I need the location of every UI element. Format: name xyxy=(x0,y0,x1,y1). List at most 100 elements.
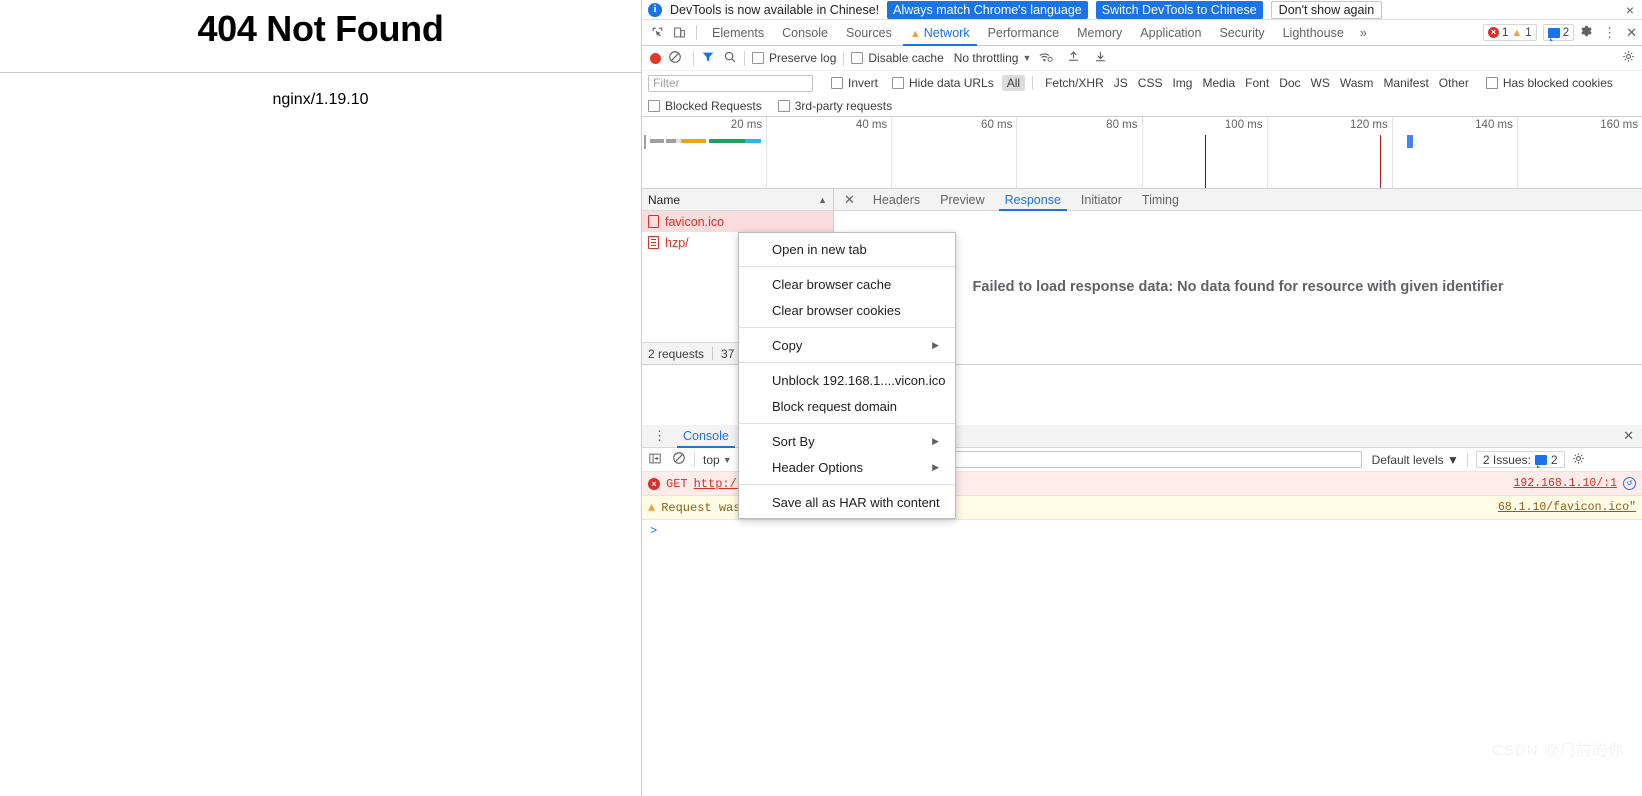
message-counter[interactable]: 2 xyxy=(1542,24,1575,41)
more-options-icon[interactable]: ⋮ xyxy=(1598,25,1621,41)
menu-item-open-in-new-tab[interactable]: Open in new tab xyxy=(739,236,955,262)
clear-console-icon[interactable] xyxy=(672,451,686,468)
menu-item-copy[interactable]: Copy ▶ xyxy=(739,332,955,358)
tab-lighthouse[interactable]: Lighthouse xyxy=(1274,20,1353,46)
import-har-icon[interactable] xyxy=(1067,50,1080,66)
filter-type-manifest[interactable]: Manifest xyxy=(1378,75,1433,91)
funnel-icon[interactable] xyxy=(701,50,715,67)
has-blocked-cookies-checkbox[interactable]: Has blocked cookies xyxy=(1485,76,1613,90)
console-settings-gear-icon[interactable] xyxy=(1565,452,1592,468)
execution-context-select[interactable]: top xyxy=(703,453,720,467)
menu-item-unblock-request[interactable]: Unblock 192.168.1....vicon.ico xyxy=(739,367,955,393)
more-tools-icon[interactable]: ⋮ xyxy=(646,428,673,444)
disable-cache-checkbox[interactable]: Disable cache xyxy=(851,51,944,65)
checkbox-box[interactable] xyxy=(1485,77,1498,89)
info-icon: i xyxy=(648,2,662,17)
checkbox-box[interactable] xyxy=(777,99,790,112)
chevron-down-icon[interactable]: ▼ xyxy=(723,455,732,465)
dont-show-again-button[interactable]: Don't show again xyxy=(1270,0,1383,19)
filter-type-js[interactable]: JS xyxy=(1109,75,1133,91)
filter-type-css[interactable]: CSS xyxy=(1133,75,1168,91)
log-levels-select[interactable]: Default levels ▼ xyxy=(1372,453,1459,467)
device-toolbar-icon[interactable] xyxy=(668,22,690,44)
checkbox-box[interactable] xyxy=(831,77,843,89)
console-sidebar-icon[interactable] xyxy=(648,452,662,468)
screenshot-root: 404 Not Found nginx/1.19.10 i DevTools i… xyxy=(0,0,1642,796)
more-tabs-icon[interactable]: » xyxy=(1353,25,1374,40)
tab-network[interactable]: ▲ Network xyxy=(901,20,979,46)
notification-message: DevTools is now available in Chinese! xyxy=(670,2,880,17)
close-drawer-icon[interactable]: ✕ xyxy=(1615,428,1642,444)
detail-tab-timing[interactable]: Timing xyxy=(1132,189,1189,211)
request-table-header[interactable]: Name ▲ xyxy=(642,189,833,211)
clear-network-log-icon[interactable] xyxy=(668,50,682,67)
network-overview-timeline[interactable]: 20 ms 40 ms 60 ms 80 ms 100 ms 120 ms 14… xyxy=(642,117,1642,189)
network-blocked-bar: Blocked Requests 3rd-party requests xyxy=(642,95,1642,117)
switch-devtools-language-button[interactable]: Switch DevTools to Chinese xyxy=(1095,0,1263,19)
blocked-requests-checkbox[interactable]: Blocked Requests xyxy=(648,99,762,113)
third-party-requests-checkbox[interactable]: 3rd-party requests xyxy=(777,99,892,113)
chevron-down-icon[interactable]: ▼ xyxy=(1022,53,1031,63)
preserve-log-checkbox[interactable]: Preserve log xyxy=(752,51,836,65)
console-url-link[interactable]: http:// xyxy=(694,477,744,491)
detail-tab-initiator[interactable]: Initiator xyxy=(1071,189,1132,211)
always-match-language-button[interactable]: Always match Chrome's language xyxy=(887,0,1088,19)
tab-performance[interactable]: Performance xyxy=(979,20,1069,46)
table-row[interactable]: favicon.ico xyxy=(642,211,833,232)
filter-type-font[interactable]: Font xyxy=(1240,75,1274,91)
tab-console[interactable]: Console xyxy=(773,20,837,46)
menu-item-sort-by[interactable]: Sort By ▶ xyxy=(739,428,955,454)
close-detail-icon[interactable]: ✕ xyxy=(836,192,863,208)
filter-type-img[interactable]: Img xyxy=(1167,75,1197,91)
inspect-element-icon[interactable] xyxy=(646,22,668,44)
network-request-icon[interactable]: ↺ xyxy=(1623,477,1636,490)
close-icon[interactable]: × xyxy=(1624,2,1636,18)
drawer-tab-console[interactable]: Console xyxy=(673,425,739,448)
menu-item-header-options[interactable]: Header Options ▶ xyxy=(739,454,955,480)
detail-tab-preview[interactable]: Preview xyxy=(930,189,994,211)
sort-ascending-icon[interactable]: ▲ xyxy=(818,195,827,205)
filter-type-doc[interactable]: Doc xyxy=(1274,75,1305,91)
filter-type-all[interactable]: All xyxy=(1001,75,1026,91)
menu-item-clear-browser-cache[interactable]: Clear browser cache xyxy=(739,271,955,297)
console-prompt[interactable]: > xyxy=(642,520,1642,542)
tab-application[interactable]: Application xyxy=(1131,20,1210,46)
throttling-select[interactable]: No throttling xyxy=(954,51,1019,65)
export-har-icon[interactable] xyxy=(1094,50,1107,66)
tab-memory[interactable]: Memory xyxy=(1068,20,1131,46)
menu-item-block-request-domain[interactable]: Block request domain xyxy=(739,393,955,419)
checkbox-box[interactable] xyxy=(648,99,660,112)
issues-button[interactable]: 2 Issues: 2 xyxy=(1475,451,1565,468)
checkbox-box[interactable] xyxy=(752,52,764,64)
tab-sources[interactable]: Sources xyxy=(837,20,901,46)
close-devtools-icon[interactable]: ✕ xyxy=(1621,25,1642,41)
issue-counters[interactable]: × 1 ▲ 1 xyxy=(1482,24,1537,41)
menu-item-save-all-as-har[interactable]: Save all as HAR with content xyxy=(739,489,955,515)
has-blocked-cookies-label: Has blocked cookies xyxy=(1502,76,1613,90)
invert-checkbox[interactable]: Invert xyxy=(831,76,878,90)
filter-type-media[interactable]: Media xyxy=(1197,75,1240,91)
tab-security[interactable]: Security xyxy=(1210,20,1273,46)
filter-divider xyxy=(1032,76,1034,90)
gear-icon[interactable] xyxy=(1574,24,1598,41)
hide-data-urls-checkbox[interactable]: Hide data URLs xyxy=(892,76,994,90)
filter-type-wasm[interactable]: Wasm xyxy=(1335,75,1379,91)
filter-type-fetch-xhr[interactable]: Fetch/XHR xyxy=(1040,75,1109,91)
detail-tab-response[interactable]: Response xyxy=(995,189,1071,211)
overview-bar-segment xyxy=(666,139,676,143)
detail-tab-headers[interactable]: Headers xyxy=(863,189,930,211)
filter-input[interactable] xyxy=(648,74,813,92)
filter-type-ws[interactable]: WS xyxy=(1306,75,1335,91)
console-source-link[interactable]: 192.168.1.10/:1 xyxy=(1513,477,1617,490)
record-button[interactable] xyxy=(650,52,661,64)
checkbox-box[interactable] xyxy=(892,77,905,89)
network-settings-gear-icon[interactable] xyxy=(1622,50,1635,66)
menu-item-clear-browser-cookies[interactable]: Clear browser cookies xyxy=(739,297,955,323)
network-conditions-icon[interactable] xyxy=(1038,50,1054,67)
checkbox-box[interactable] xyxy=(851,52,864,64)
filter-type-other[interactable]: Other xyxy=(1434,75,1474,91)
tab-label: Network xyxy=(923,25,970,40)
disable-cache-label: Disable cache xyxy=(868,51,944,65)
search-icon[interactable] xyxy=(723,50,737,67)
tab-elements[interactable]: Elements xyxy=(703,20,773,46)
